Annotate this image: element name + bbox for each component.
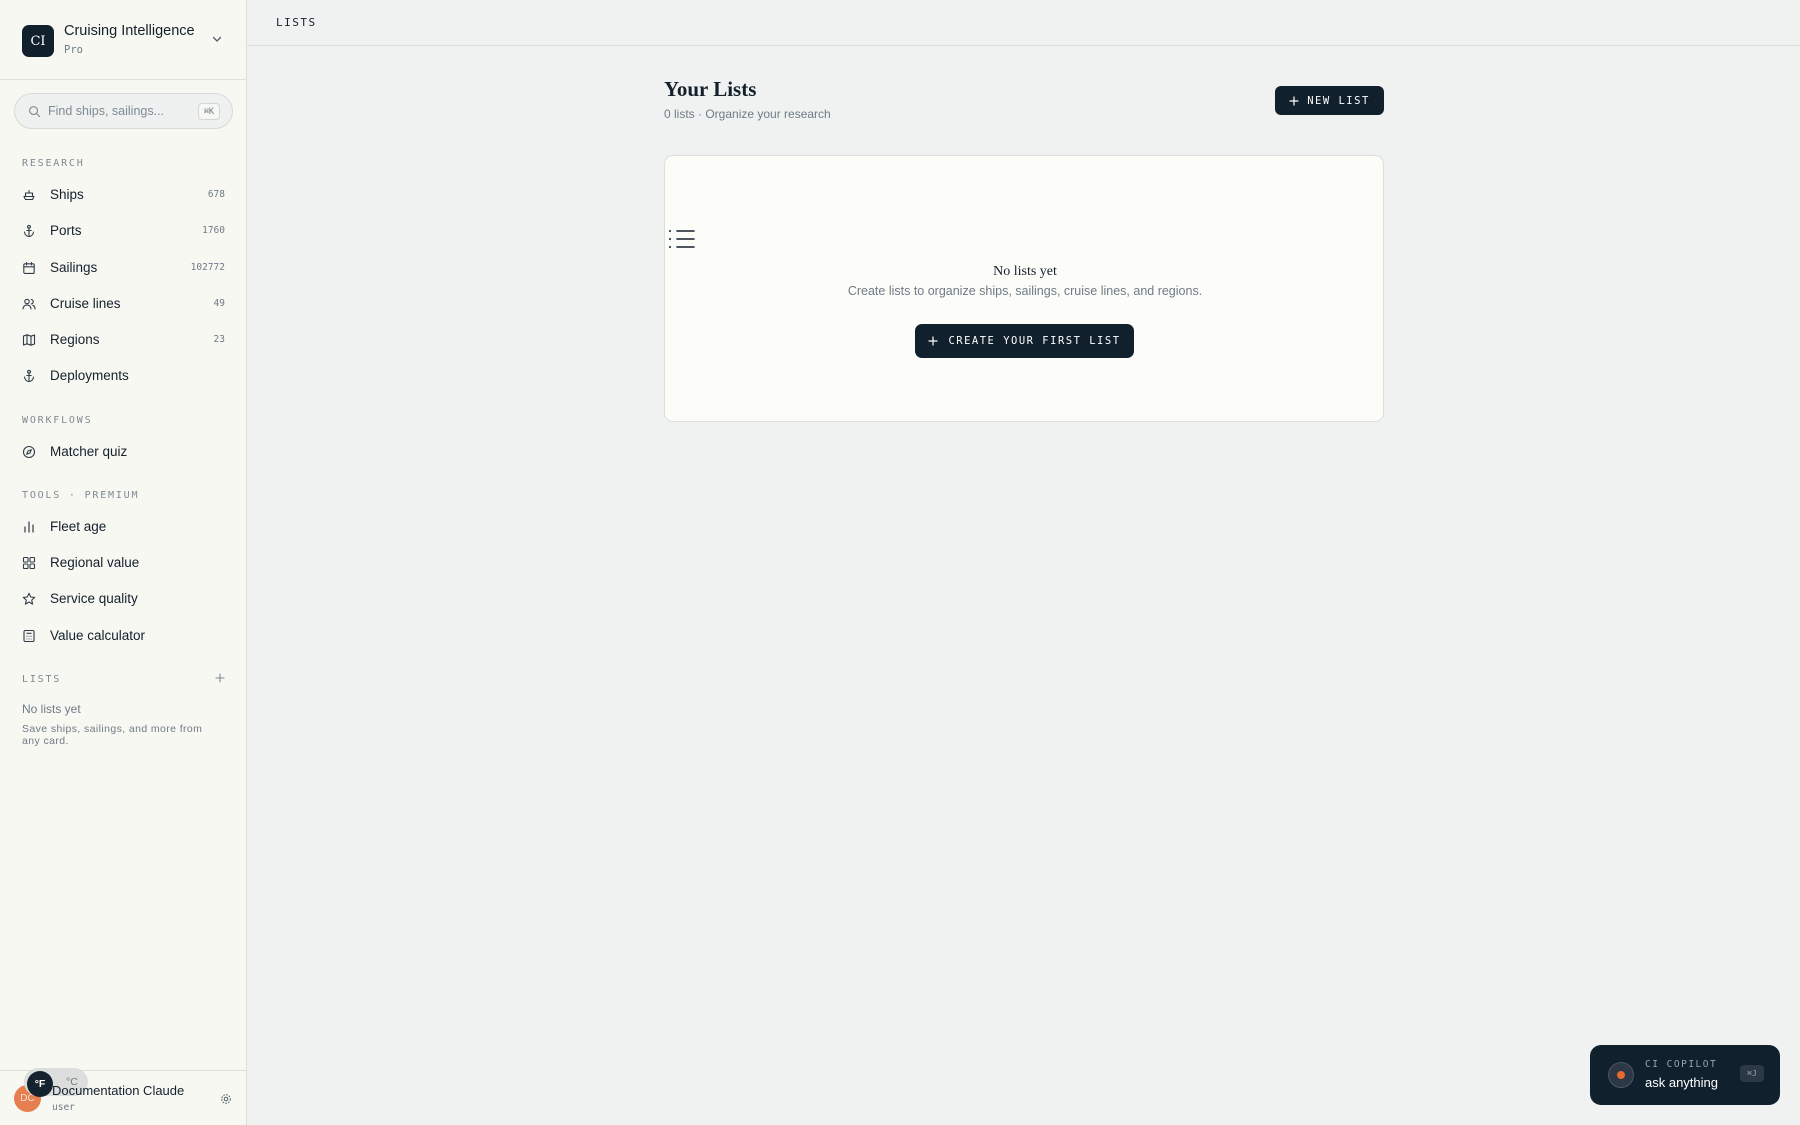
sidebar-item-regions[interactable]: Regions 23 xyxy=(14,324,233,356)
sidebar-item-label: Service quality xyxy=(50,591,138,606)
sidebar: CI Cruising Intelligence Pro Find ships,… xyxy=(0,0,247,1125)
create-first-list-label: CREATE YOUR FIRST LIST xyxy=(948,335,1121,347)
sidebar-item-service-quality[interactable]: Service quality xyxy=(14,583,233,615)
plan-label: Pro xyxy=(64,44,83,56)
add-list-icon[interactable] xyxy=(215,673,225,683)
ship-icon xyxy=(23,189,35,201)
top-bar: LISTS xyxy=(247,0,1800,46)
user-name: Documentation Claude xyxy=(52,1083,185,1098)
new-list-label: NEW LIST xyxy=(1307,94,1370,107)
grid-icon xyxy=(22,556,36,570)
page-subtitle: 0 lists · Organize your research xyxy=(664,107,831,121)
sidebar-item-regional-value[interactable]: Regional value xyxy=(14,547,233,579)
empty-state-description: Create lists to organize ships, sailings… xyxy=(847,284,1203,298)
search-icon xyxy=(29,106,41,118)
search-placeholder: Find ships, sailings... xyxy=(48,104,165,118)
breadcrumb: LISTS xyxy=(276,16,317,29)
sidebar-item-label: Regions xyxy=(50,332,100,347)
sidebar-item-cruise-lines[interactable]: Cruise lines 49 xyxy=(14,288,233,320)
sidebar-item-label: Fleet age xyxy=(50,519,107,534)
brand-name: Cruising Intelligence xyxy=(64,23,195,39)
sidebar-item-deployments[interactable]: Deployments xyxy=(14,360,233,392)
chevron-down-icon[interactable] xyxy=(211,33,223,45)
star-icon xyxy=(22,592,36,605)
section-lists: LISTS xyxy=(22,674,62,685)
workspace-switcher[interactable]: CI Cruising Intelligence Pro xyxy=(0,0,246,80)
sidebar-item-count: 23 xyxy=(213,334,225,345)
bar-chart-icon xyxy=(24,521,34,533)
map-icon xyxy=(22,334,36,346)
sidebar-item-label: Cruise lines xyxy=(50,296,121,311)
section-workflows: WORKFLOWS xyxy=(22,415,93,426)
user-profile: DC °F °C Documentation Claude user xyxy=(0,1068,246,1125)
sidebar-item-label: Regional value xyxy=(50,555,140,570)
copilot-shortcut: ⌘J xyxy=(1740,1065,1764,1082)
users-icon xyxy=(22,298,36,310)
unit-fahrenheit[interactable]: °F xyxy=(27,1071,53,1097)
empty-state-title: No lists yet xyxy=(993,264,1057,279)
sidebar-item-label: Deployments xyxy=(50,368,129,383)
plus-icon xyxy=(928,336,939,346)
brand-logo: CI xyxy=(22,25,54,57)
sidebar-item-ports[interactable]: Ports 1760 xyxy=(14,215,233,247)
sidebar-item-sailings[interactable]: Sailings 102772 xyxy=(14,252,233,284)
sidebar-lists-empty: No lists yet xyxy=(22,702,81,716)
sidebar-item-count: 49 xyxy=(213,298,225,309)
user-role: user xyxy=(52,1102,75,1113)
sidebar-item-label: Sailings xyxy=(50,260,98,275)
copilot-launcher[interactable]: CI COPILOT ask anything ⌘J xyxy=(1590,1045,1780,1105)
sidebar-item-matcher-quiz[interactable]: Matcher quiz xyxy=(14,436,233,468)
compass-icon xyxy=(22,445,36,459)
list-icon xyxy=(669,230,695,248)
calculator-icon xyxy=(23,629,35,643)
empty-state-card: No lists yet Create lists to organize sh… xyxy=(664,155,1384,422)
copilot-status-icon xyxy=(1608,1062,1634,1088)
anchor-icon xyxy=(23,369,35,383)
sidebar-item-ships[interactable]: Ships 678 xyxy=(14,179,233,211)
plus-icon xyxy=(1289,95,1299,106)
new-list-button[interactable]: NEW LIST xyxy=(1275,86,1384,115)
section-tools: TOOLS · PREMIUM xyxy=(22,490,140,501)
search-shortcut: ⌘K xyxy=(197,103,220,120)
create-first-list-button[interactable]: CREATE YOUR FIRST LIST xyxy=(915,324,1134,358)
sidebar-item-count: 678 xyxy=(207,189,225,200)
page-title: Your Lists xyxy=(664,77,757,101)
sidebar-item-label: Matcher quiz xyxy=(50,444,128,459)
section-research: RESEARCH xyxy=(22,158,85,169)
sidebar-item-label: Ships xyxy=(50,187,84,202)
sidebar-item-label: Ports xyxy=(50,223,82,238)
copilot-label: CI COPILOT xyxy=(1645,1059,1718,1070)
sidebar-item-label: Value calculator xyxy=(50,628,146,643)
sidebar-lists-hint: Save ships, sailings, and more from any … xyxy=(22,723,203,747)
sidebar-item-value-calculator[interactable]: Value calculator xyxy=(14,620,233,652)
copilot-prompt: ask anything xyxy=(1645,1075,1718,1090)
sidebar-item-count: 1760 xyxy=(202,225,225,236)
sidebar-item-fleet-age[interactable]: Fleet age xyxy=(14,511,233,543)
calendar-icon xyxy=(23,261,35,274)
gear-icon[interactable] xyxy=(220,1093,232,1105)
search-input[interactable]: Find ships, sailings... ⌘K xyxy=(14,93,233,129)
sidebar-item-count: 102772 xyxy=(190,262,225,273)
anchor-icon xyxy=(23,224,35,238)
